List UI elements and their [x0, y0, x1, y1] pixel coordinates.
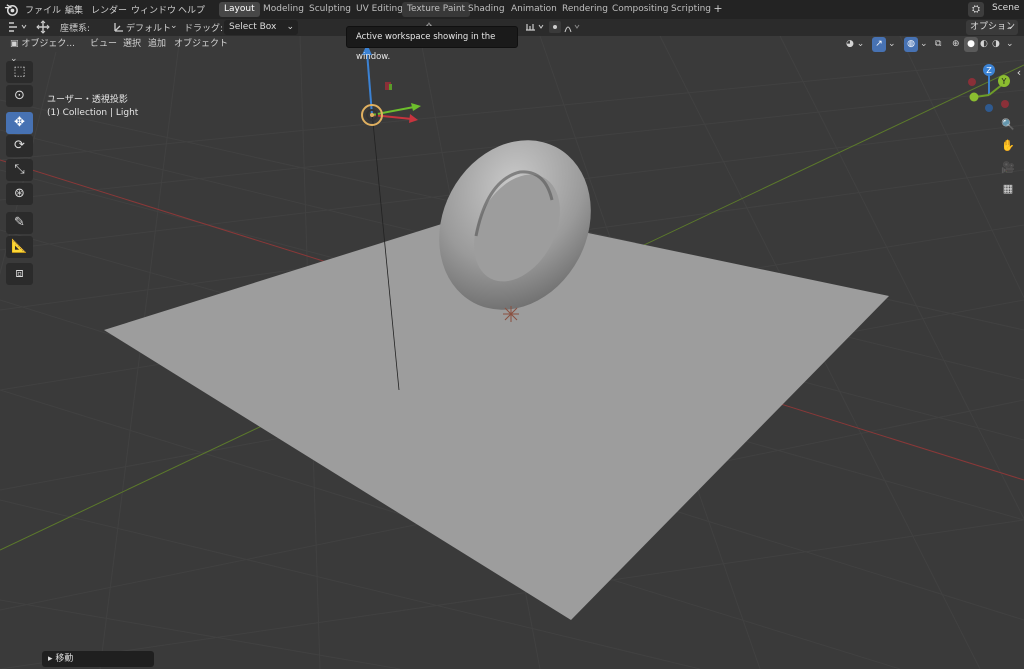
perspective-grid-icon[interactable]: ▦	[998, 180, 1018, 198]
snap-icon[interactable]	[524, 20, 548, 37]
menu-render[interactable]: レンダー	[91, 3, 127, 16]
gizmo-neg-y-axis[interactable]	[969, 92, 979, 102]
measure-tool-icon[interactable]: 📐	[6, 236, 33, 258]
last-operator-panel[interactable]: ▸ 移動	[42, 651, 154, 667]
tab-shading[interactable]: Shading	[463, 2, 510, 17]
tab-modeling[interactable]: Modeling	[258, 2, 309, 17]
gizmo-y-label: Y	[1001, 77, 1007, 86]
chevron-down-icon[interactable]: ⌄	[888, 37, 896, 52]
menu-object[interactable]: オブジェクト	[174, 37, 228, 52]
material-shading-icon[interactable]: ◐	[980, 37, 988, 52]
mode-label: オブジェク...	[21, 39, 75, 49]
gizmo-toggle-icon[interactable]: ↗	[872, 37, 886, 52]
tab-compositing[interactable]: Compositing	[607, 2, 673, 17]
camera-icon[interactable]: 🎥	[998, 159, 1018, 177]
tab-sculpting[interactable]: Sculpting	[304, 2, 356, 17]
add-workspace-button[interactable]: +	[712, 3, 724, 16]
tab-uv-editing[interactable]: UV Editing	[351, 2, 408, 17]
menu-add[interactable]: 追加	[148, 37, 166, 52]
top-bar: ファイル 編集 レンダー ウィンドウ ヘルプ Layout Modeling S…	[0, 0, 1024, 19]
scene-icon[interactable]: ⛭	[968, 2, 984, 17]
mode-selector[interactable]: ▣ オブジェク... ⌄	[8, 37, 82, 64]
proportional-edit-icon[interactable]	[548, 20, 582, 37]
solid-shading-icon[interactable]: ●	[964, 37, 978, 52]
menu-help[interactable]: ヘルプ	[178, 3, 205, 16]
xray-icon[interactable]: ⧉	[935, 37, 941, 52]
sidebar-toggle-icon[interactable]: ‹	[1014, 64, 1024, 82]
orientation-dropdown[interactable]: デフォルト	[126, 21, 171, 34]
menu-select[interactable]: 選択	[123, 37, 141, 52]
tab-rendering[interactable]: Rendering	[557, 2, 613, 17]
chevron-down-icon: ⌄	[1006, 22, 1014, 32]
chevron-down-icon[interactable]: ⌄	[920, 37, 928, 52]
menu-file[interactable]: ファイル	[25, 3, 61, 16]
gizmo-neg-z-axis[interactable]	[985, 104, 993, 112]
object-mode-icon: ▣	[10, 39, 22, 49]
rotate-tool-icon[interactable]: ⟳	[6, 135, 33, 157]
transform-tool-icon[interactable]: ⊛	[6, 183, 33, 205]
last-operator-label: 移動	[55, 654, 74, 664]
visibility-icon[interactable]: ◕ ⌄	[846, 37, 864, 52]
orientation-label: 座標系:	[60, 24, 91, 34]
tab-layout[interactable]: Layout	[219, 2, 260, 17]
navigation-gizmo[interactable]: Z Y	[962, 62, 1022, 122]
scale-tool-icon[interactable]: ⤡	[6, 159, 33, 181]
chevron-down-icon[interactable]: ⌄	[170, 21, 178, 31]
menu-edit[interactable]: 編集	[65, 3, 83, 16]
move-tool-icon[interactable]	[34, 20, 52, 37]
collection-info: (1) Collection | Light	[47, 108, 139, 118]
scene-selector[interactable]: ⛭ Scene	[966, 1, 1024, 18]
zoom-icon[interactable]: 🔍	[998, 116, 1018, 134]
move-tool-icon[interactable]: ✥	[6, 112, 33, 134]
chevron-down-icon[interactable]: ⌄	[1006, 37, 1014, 52]
rendered-shading-icon[interactable]: ◑	[992, 37, 1000, 52]
tab-animation[interactable]: Animation	[506, 2, 562, 17]
tool-settings-icon[interactable]	[6, 20, 32, 37]
viewport-scene[interactable]	[0, 36, 1024, 669]
tooltip: Active workspace showing in the window.	[346, 26, 518, 62]
gizmo-z-label: Z	[986, 66, 992, 75]
drag-label: ドラッグ:	[184, 24, 224, 34]
select-box-tool-icon[interactable]: ⬚	[6, 61, 33, 83]
pan-hand-icon[interactable]: ✋	[998, 137, 1018, 155]
menu-window[interactable]: ウィンドウ	[131, 3, 176, 16]
3d-viewport[interactable]: ▣ オブジェク... ⌄ ビュー 選択 追加 オブジェクト ◕ ⌄ ↗ ⌄ ◍ …	[0, 36, 1024, 669]
annotate-tool-icon[interactable]: ✎	[6, 212, 33, 234]
tab-scripting[interactable]: Scripting	[666, 2, 716, 17]
chevron-down-icon: ⌄	[286, 22, 294, 32]
menu-view[interactable]: ビュー	[90, 37, 117, 52]
drag-select-value: Select Box	[229, 22, 277, 32]
drag-select-dropdown[interactable]: Select Box ⌄	[224, 20, 298, 35]
gizmo-neg-x-axis[interactable]	[1001, 100, 1009, 108]
wireframe-shading-icon[interactable]: ⊕	[952, 37, 960, 52]
view-info: ユーザー・透視投影 (1) Collection | Light	[47, 94, 138, 120]
add-cube-tool-icon[interactable]: ⧈	[6, 263, 33, 285]
cursor-tool-icon[interactable]: ⊙	[6, 85, 33, 107]
tab-texture-paint[interactable]: Texture Paint	[402, 2, 471, 17]
overlay-toggle-icon[interactable]: ◍	[904, 37, 918, 52]
orientation-icon[interactable]	[112, 20, 126, 37]
object-origin-icon	[503, 306, 519, 322]
options-dropdown[interactable]: オプション ⌄	[966, 20, 1018, 35]
gizmo-x-axis[interactable]	[968, 78, 976, 86]
view-name: ユーザー・透視投影	[47, 95, 128, 105]
scene-name[interactable]: Scene	[992, 3, 1019, 13]
blender-logo-icon[interactable]	[4, 2, 19, 17]
